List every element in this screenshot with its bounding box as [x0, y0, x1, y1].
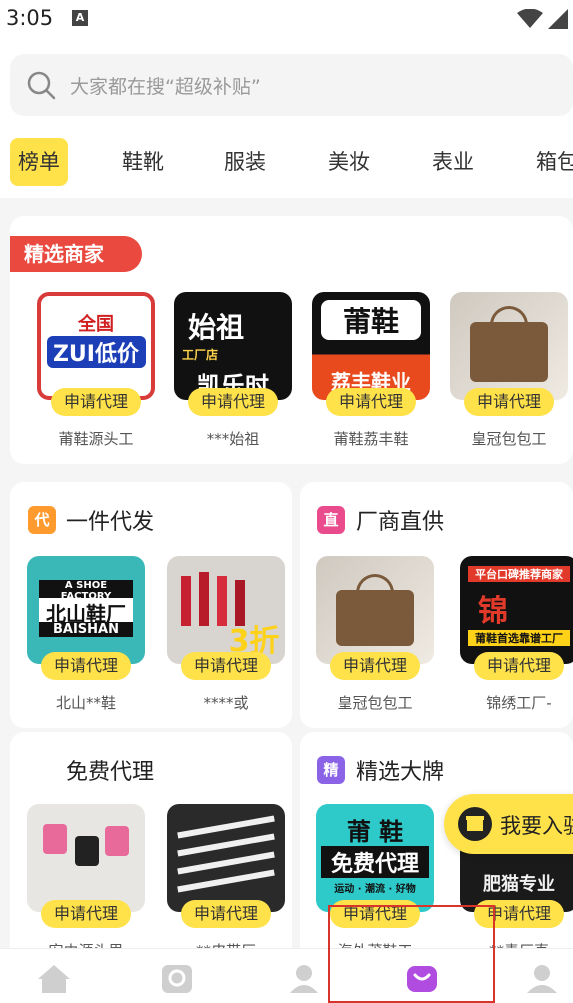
shoe-shape	[75, 836, 99, 866]
status-time: 3:05	[6, 6, 54, 30]
store-name: 皇冠包包工	[471, 430, 547, 448]
thumb-text: ZUI低价	[46, 336, 146, 368]
tab-beauty[interactable]: 美妆	[328, 138, 370, 186]
thumb-text: 莆鞋	[321, 300, 421, 340]
thumb-text: 始祖	[188, 311, 245, 344]
thumb-text: 免费代理	[320, 846, 430, 878]
section-title[interactable]: 厂商直供	[356, 504, 444, 536]
join-merchant-button[interactable]: 我要入驻	[444, 794, 573, 854]
thumb-text: 锦	[478, 594, 508, 629]
apply-agent-button[interactable]: 申请代理	[464, 388, 554, 416]
section-direct-supply: 直 厂商直供 申请代理 皇冠包包工 平台口碑推荐商家 锦 莆鞋首选靠谱工厂 申请…	[300, 482, 573, 728]
signal-icon	[548, 9, 568, 29]
join-merchant-label: 我要入驻	[500, 814, 573, 838]
dropship-icon: 代	[28, 506, 56, 534]
search-icon	[27, 71, 56, 100]
store-card[interactable]: 申请代理 **皮带厂	[167, 804, 285, 960]
store-card[interactable]: 平台口碑推荐商家 锦 莆鞋首选靠谱工厂 申请代理 锦绣工厂-	[460, 556, 573, 712]
lipstick-shape	[181, 576, 191, 626]
section-title[interactable]: 免费代理	[66, 754, 154, 786]
store-icon	[458, 807, 492, 841]
shoe-shape	[43, 824, 67, 854]
category-tabs: 榜单 鞋靴 服装 美妆 表业 箱包	[0, 132, 573, 198]
store-name: ****或	[203, 694, 249, 712]
profile-icon[interactable]	[524, 963, 560, 995]
store-thumbnail	[27, 804, 145, 912]
store-thumbnail: 莆 鞋 免费代理 运动 · 潮流 · 好物	[316, 804, 434, 912]
tab-bags[interactable]: 箱包	[536, 138, 573, 186]
thumb-text: 运动 · 潮流 · 好物	[334, 884, 416, 895]
store-thumbnail: 平台口碑推荐商家 锦 莆鞋首选靠谱工厂	[460, 556, 573, 664]
apply-agent-button[interactable]: 申请代理	[41, 652, 131, 680]
bag-shape	[336, 590, 414, 646]
agent-icon[interactable]	[284, 963, 320, 995]
bag-handle	[490, 306, 528, 330]
thumb-text: 莆 鞋	[346, 818, 404, 846]
store-thumbnail	[316, 556, 434, 664]
shop-icon[interactable]	[160, 963, 194, 995]
tab-clothing[interactable]: 服装	[224, 138, 266, 186]
store-name: 北山**鞋	[55, 694, 116, 712]
apply-agent-button[interactable]: 申请代理	[181, 900, 271, 928]
store-name: 莆鞋源头工	[58, 430, 134, 448]
notification-a-icon: A	[72, 10, 88, 26]
section-title[interactable]: 一件代发	[66, 504, 154, 536]
section-dropship: 代 一件代发 A SHOE FACTORY 北山鞋厂 BAISHAN 申请代理 …	[10, 482, 292, 728]
apply-agent-button[interactable]: 申请代理	[474, 652, 564, 680]
store-thumbnail	[167, 804, 285, 912]
tab-watches[interactable]: 表业	[432, 138, 474, 186]
highlight-annotation-box	[328, 905, 495, 1003]
featured-merchants-card: 精选商家 全国 ZUI低价 申请代理 莆鞋源头工 始祖 工厂店 凯乐时 申请代理…	[10, 216, 573, 464]
apply-agent-button[interactable]: 申请代理	[188, 388, 278, 416]
apply-agent-button[interactable]: 申请代理	[330, 652, 420, 680]
search-placeholder: 大家都在搜“超级补贴”	[70, 76, 261, 98]
store-thumbnail: 始祖 工厂店 凯乐时	[174, 292, 292, 400]
thumb-text: 全国	[78, 314, 114, 335]
thumb-text: 莆鞋首选靠谱工厂	[468, 630, 570, 646]
store-thumbnail: 莆鞋 荔丰鞋业	[312, 292, 430, 400]
section-title[interactable]: 精选大牌	[356, 754, 444, 786]
store-card[interactable]: 莆 鞋 免费代理 运动 · 潮流 · 好物 申请代理 海外莆鞋工	[316, 804, 434, 960]
apply-agent-button[interactable]: 申请代理	[41, 900, 131, 928]
store-name: 锦绣工厂-	[486, 694, 552, 712]
store-card[interactable]: 申请代理 皇冠包包工	[450, 292, 568, 448]
store-thumbnail: 全国 ZUI低价	[37, 292, 155, 400]
top-brands-icon: 精	[317, 756, 345, 784]
wifi-icon	[517, 9, 543, 28]
store-name: 皇冠包包工	[337, 694, 413, 712]
tab-shoes[interactable]: 鞋靴	[122, 138, 164, 186]
featured-badge: 精选商家	[10, 236, 142, 272]
thumb-text: 平台口碑推荐商家	[468, 566, 570, 582]
direct-supply-icon: 直	[317, 506, 345, 534]
thumb-text: 肥猫专业	[483, 874, 555, 895]
apply-agent-button[interactable]: 申请代理	[51, 388, 141, 416]
apply-agent-button[interactable]: 申请代理	[326, 388, 416, 416]
belt-shape	[177, 869, 275, 893]
store-card[interactable]: 始祖 工厂店 凯乐时 申请代理 ***始祖	[174, 292, 292, 448]
section-free-agent: 免费代理 申请代理 宏由源头思 申请代理 **皮带厂	[10, 732, 292, 962]
apply-agent-button[interactable]: 申请代理	[181, 652, 271, 680]
store-card[interactable]: 莆鞋 荔丰鞋业 申请代理 莆鞋荔丰鞋	[312, 292, 430, 448]
bag-shape	[470, 322, 548, 382]
store-card[interactable]: 申请代理 皇冠包包工	[316, 556, 434, 712]
shoe-shape	[105, 826, 129, 856]
store-name: ***始祖	[206, 430, 260, 448]
home-icon[interactable]	[36, 963, 72, 995]
store-card[interactable]: 申请代理 宏由源头思	[27, 804, 145, 960]
store-card[interactable]: 全国 ZUI低价 申请代理 莆鞋源头工	[37, 292, 155, 448]
tab-ranking[interactable]: 榜单	[10, 138, 68, 186]
search-area: 大家都在搜“超级补贴”	[0, 40, 573, 132]
search-input[interactable]: 大家都在搜“超级补贴”	[10, 54, 573, 116]
thumb-text: BAISHAN	[38, 622, 134, 637]
store-thumbnail	[450, 292, 568, 400]
store-card[interactable]: A SHOE FACTORY 北山鞋厂 BAISHAN 申请代理 北山**鞋	[27, 556, 145, 712]
status-bar: 3:05 A	[0, 0, 573, 40]
bag-handle	[356, 574, 394, 598]
store-card[interactable]: 3折 申请代理 ****或	[167, 556, 285, 712]
thumb-text: 工厂店	[182, 348, 219, 362]
store-thumbnail: 3折	[167, 556, 285, 664]
store-name: 莆鞋荔丰鞋	[333, 430, 409, 448]
store-thumbnail: A SHOE FACTORY 北山鞋厂 BAISHAN	[27, 556, 145, 664]
